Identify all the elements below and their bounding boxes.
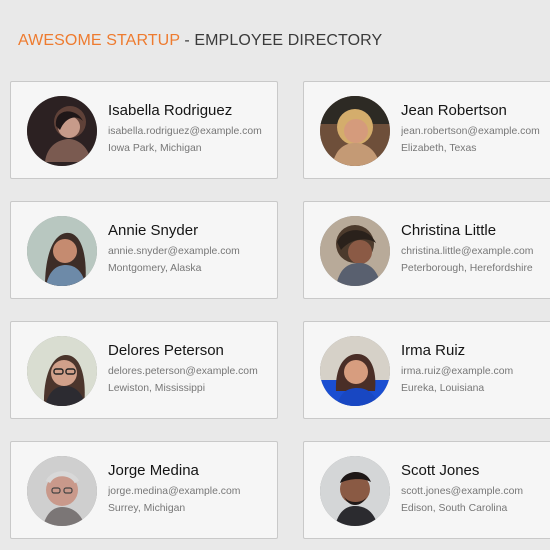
employee-card[interactable]: Irma Ruiz irma.ruiz@example.com Eureka, … [303, 321, 550, 419]
employee-avatar [320, 456, 390, 526]
employee-location: Surrey, Michigan [108, 503, 186, 514]
employee-email: jorge.medina@example.com [108, 486, 241, 497]
employee-location: Montgomery, Alaska [108, 263, 202, 274]
employee-name: Delores Peterson [108, 342, 224, 359]
employee-card[interactable]: Isabella Rodriguez isabella.rodriguez@ex… [10, 81, 278, 179]
employee-avatar [320, 336, 390, 406]
employee-email: christina.little@example.com [401, 246, 534, 257]
employee-info: Annie Snyder annie.snyder@example.com Mo… [108, 222, 277, 277]
employee-name: Annie Snyder [108, 222, 199, 239]
employee-email: isabella.rodriguez@example.com [108, 126, 262, 137]
employee-name: Jorge Medina [108, 462, 199, 479]
employee-avatar [27, 336, 97, 406]
employee-card[interactable]: Jean Robertson jean.robertson@example.co… [303, 81, 550, 179]
employee-info: Christina Little christina.little@exampl… [401, 222, 550, 277]
employee-name: Scott Jones [401, 462, 480, 479]
employee-photo [27, 216, 97, 286]
employee-name: Jean Robertson [401, 102, 507, 119]
employee-info: Scott Jones scott.jones@example.com Edis… [401, 462, 550, 517]
employee-card[interactable]: Annie Snyder annie.snyder@example.com Mo… [10, 201, 278, 299]
employee-info: Isabella Rodriguez isabella.rodriguez@ex… [108, 102, 277, 157]
employee-email: annie.snyder@example.com [108, 246, 240, 257]
employee-avatar [320, 96, 390, 166]
employee-email: irma.ruiz@example.com [401, 366, 514, 377]
employee-avatar [320, 216, 390, 286]
employee-photo [320, 336, 390, 406]
employee-location: Eureka, Louisiana [401, 383, 485, 394]
employee-card[interactable]: Jorge Medina jorge.medina@example.com Su… [10, 441, 278, 539]
employee-photo [320, 456, 390, 526]
employee-photo [320, 216, 390, 286]
employee-photo [27, 96, 97, 166]
employee-email: scott.jones@example.com [401, 486, 524, 497]
employee-location: Peterborough, Herefordshire [401, 263, 533, 274]
employee-avatar [27, 456, 97, 526]
employee-location: Iowa Park, Michigan [108, 143, 202, 154]
employee-info: Delores Peterson delores.peterson@exampl… [108, 342, 277, 397]
employee-info: Jean Robertson jean.robertson@example.co… [401, 102, 550, 157]
employee-photo [27, 456, 97, 526]
employee-name: Christina Little [401, 222, 497, 239]
employee-name: Irma Ruiz [401, 342, 466, 359]
employee-card[interactable]: Christina Little christina.little@exampl… [303, 201, 550, 299]
employee-avatar [27, 216, 97, 286]
header-separator: - [179, 32, 195, 49]
employee-photo [27, 336, 97, 406]
employee-info: Jorge Medina jorge.medina@example.com Su… [108, 462, 277, 517]
employee-name: Isabella Rodriguez [108, 102, 233, 119]
employee-location: Lewiston, Mississippi [108, 383, 206, 394]
employee-photo [320, 96, 390, 166]
page-header: AWESOME STARTUP - EMPLOYEE DIRECTORY [18, 29, 518, 53]
brand-title: AWESOME STARTUP [18, 32, 180, 49]
employee-info: Irma Ruiz irma.ruiz@example.com Eureka, … [401, 342, 550, 397]
employee-card[interactable]: Scott Jones scott.jones@example.com Edis… [303, 441, 550, 539]
employee-directory-page: AWESOME STARTUP - EMPLOYEE DIRECTORY Isa… [0, 0, 550, 550]
employee-location: Edison, South Carolina [401, 503, 508, 514]
employee-email: jean.robertson@example.com [401, 126, 540, 137]
employee-avatar [27, 96, 97, 166]
employee-location: Elizabeth, Texas [401, 143, 477, 154]
employee-email: delores.peterson@example.com [108, 366, 258, 377]
directory-title: EMPLOYEE DIRECTORY [194, 32, 383, 49]
employee-card[interactable]: Delores Peterson delores.peterson@exampl… [10, 321, 278, 419]
